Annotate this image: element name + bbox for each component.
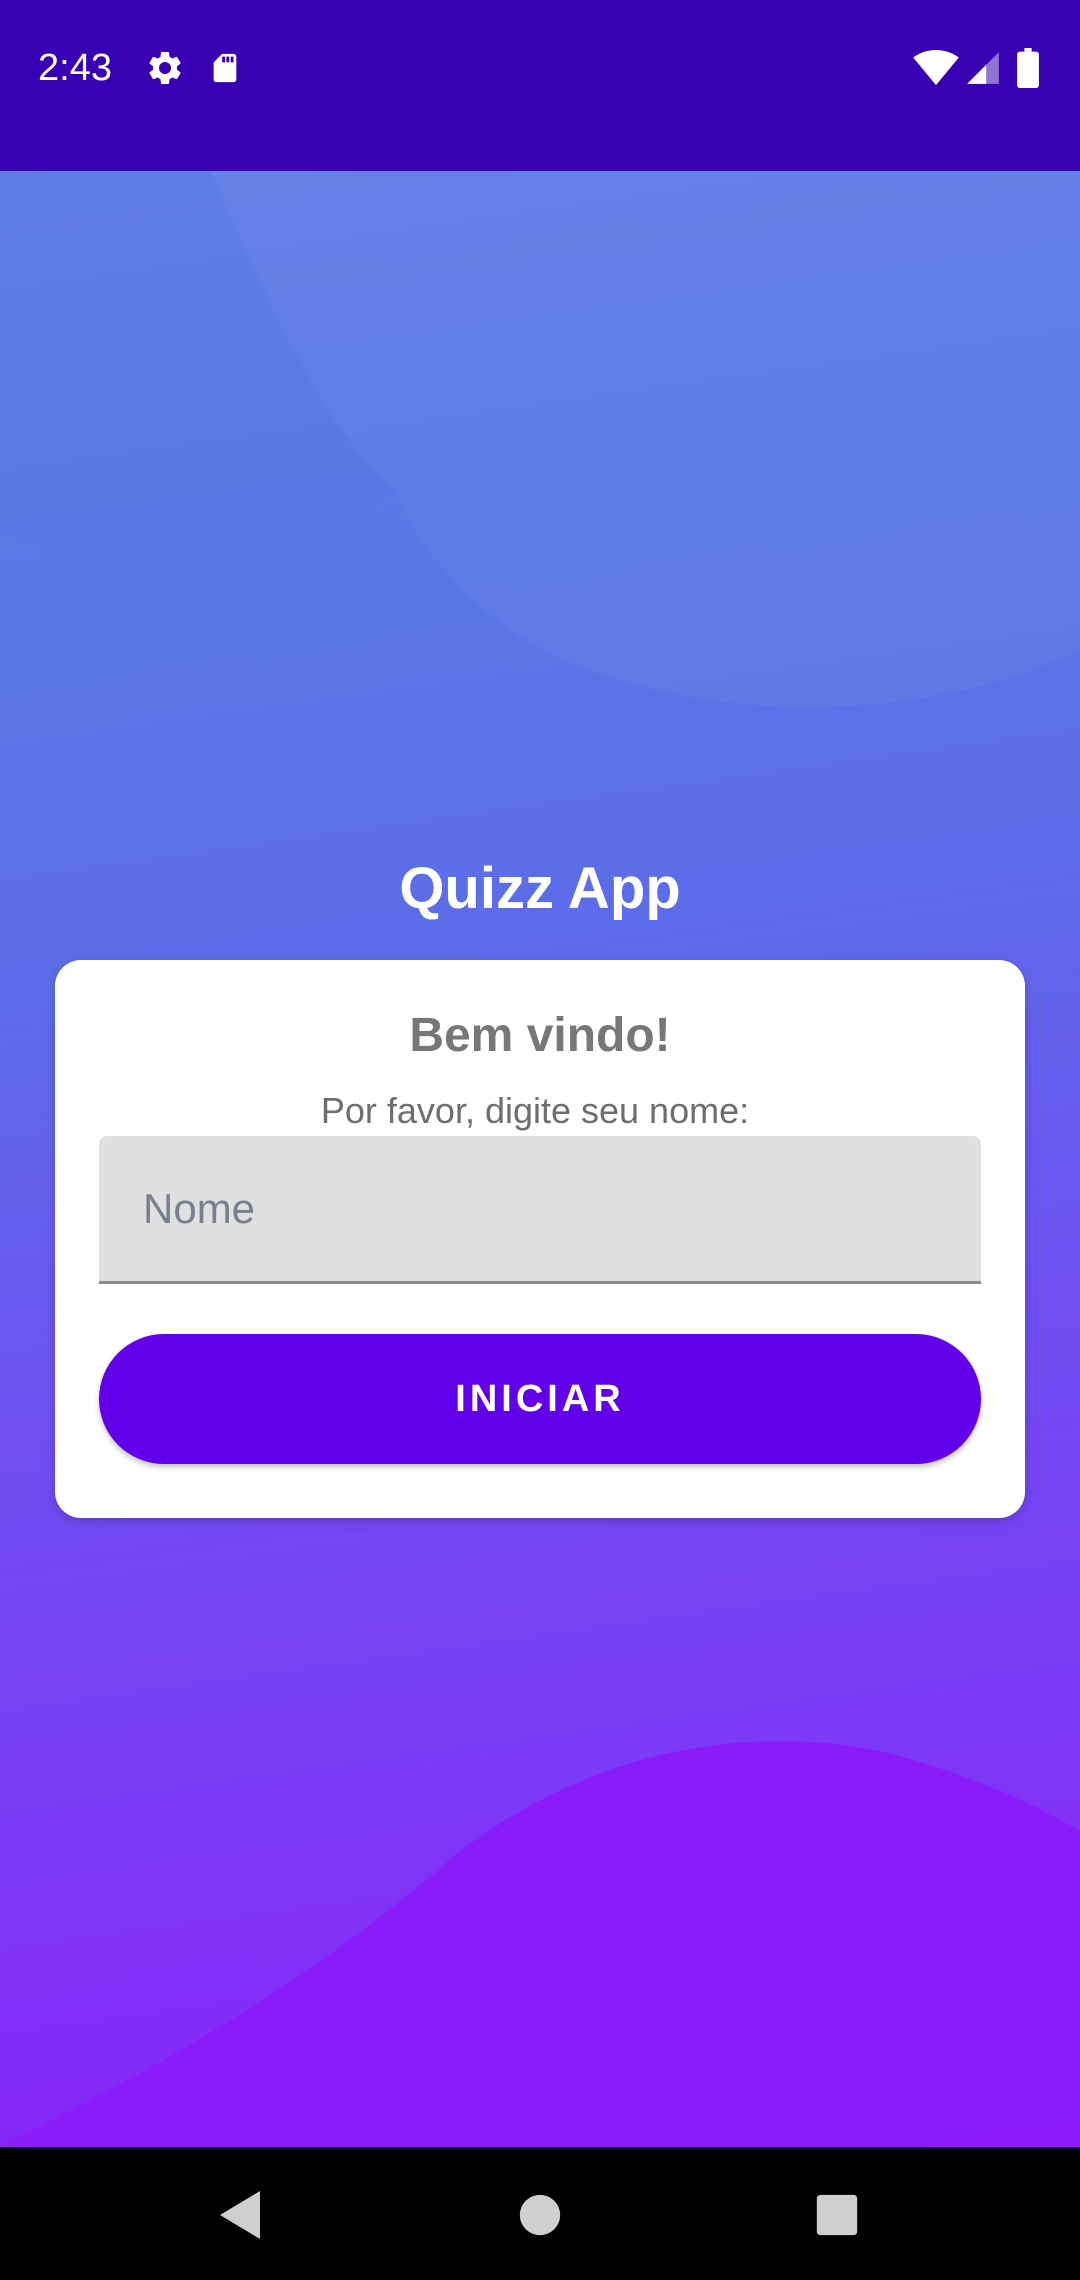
app-screen: 2:43 Quizz App Bem vindo! Por favor, dig… — [0, 0, 1080, 2280]
sd-card-icon — [203, 46, 247, 90]
gear-icon — [143, 46, 187, 90]
name-field[interactable] — [99, 1136, 981, 1284]
name-prompt-label: Por favor, digite seu nome: — [320, 1090, 750, 1131]
welcome-heading: Bem vindo! — [409, 1009, 671, 1062]
name-input[interactable] — [99, 1136, 981, 1281]
wifi-icon — [912, 46, 960, 90]
main-content: Quizz App Bem vindo! Por favor, digite s… — [0, 171, 1080, 2147]
home-icon[interactable] — [508, 2183, 572, 2247]
status-bar: 2:43 — [0, 0, 1080, 171]
welcome-card: Bem vindo! Por favor, digite seu nome: I… — [55, 960, 1025, 1518]
start-button[interactable]: INICIAR — [99, 1334, 981, 1464]
recents-icon[interactable] — [805, 2183, 869, 2247]
back-icon[interactable] — [208, 2183, 272, 2247]
status-time: 2:43 — [38, 47, 112, 89]
cell-signal-icon — [962, 46, 1004, 90]
app-title: Quizz App — [399, 856, 681, 921]
navigation-bar — [0, 2147, 1080, 2280]
battery-icon — [1006, 46, 1050, 90]
